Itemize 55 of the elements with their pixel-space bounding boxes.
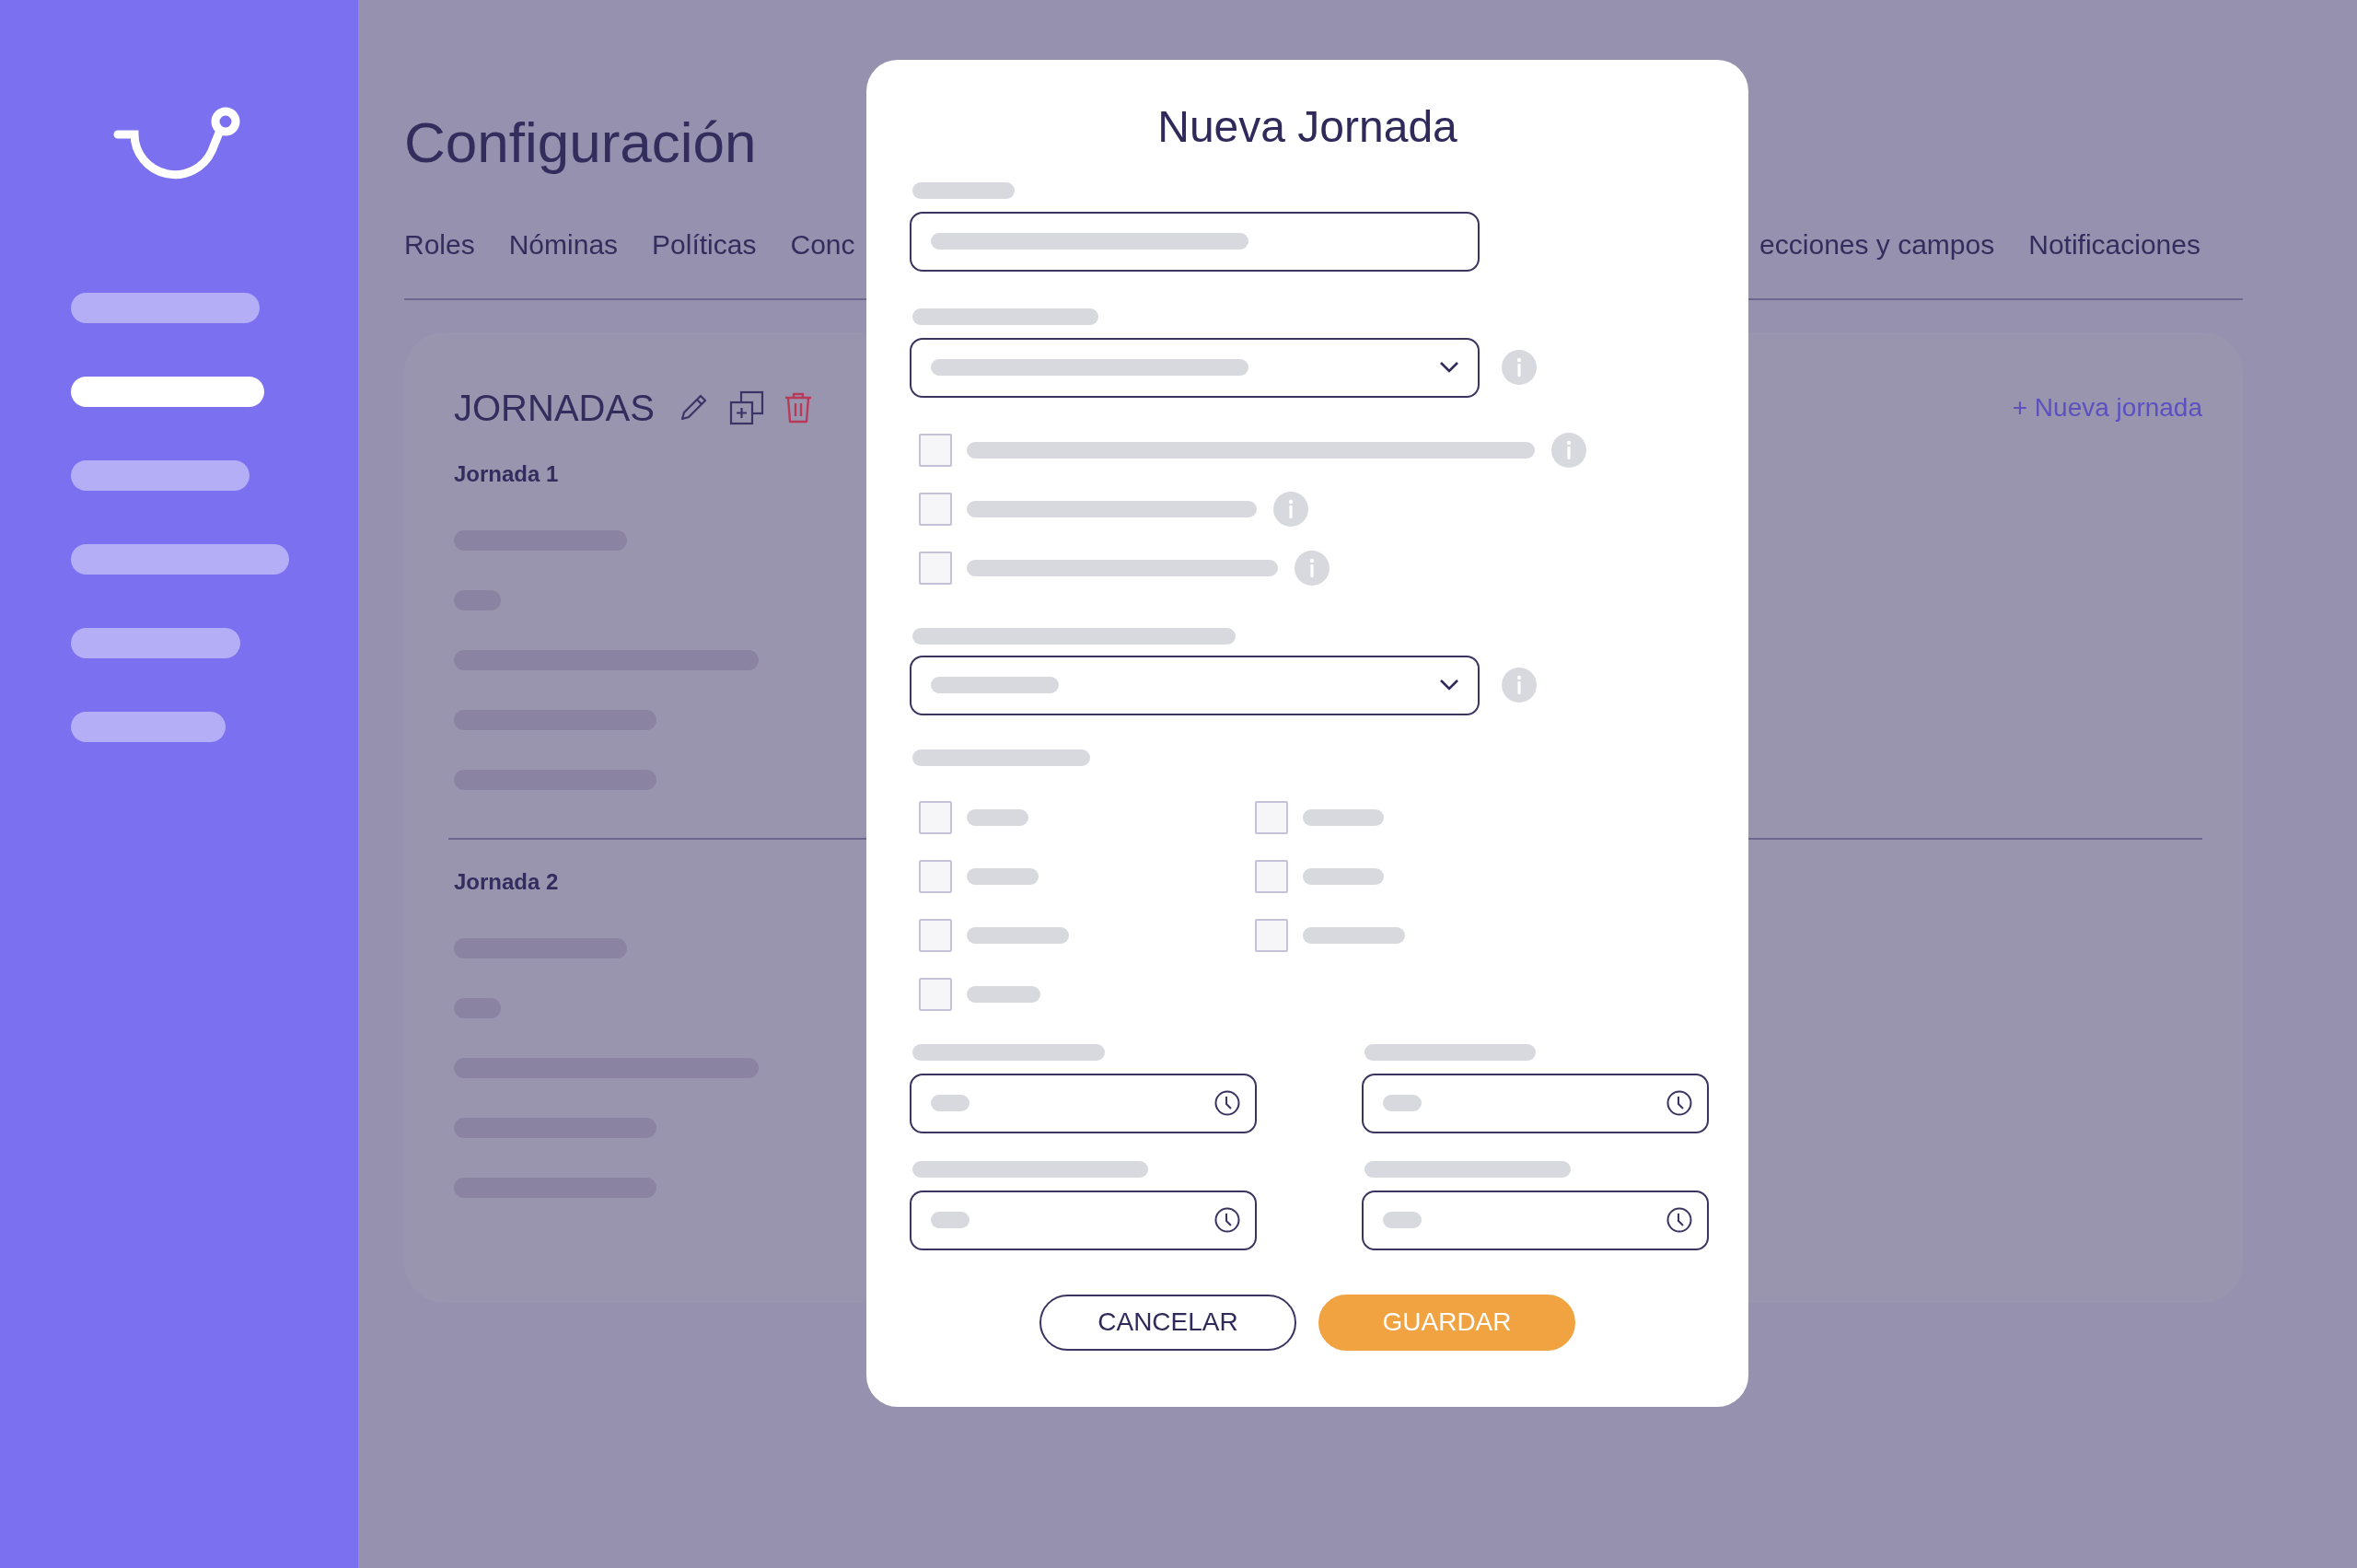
text-placeholder <box>1383 1212 1422 1229</box>
copy-icon[interactable] <box>727 389 765 427</box>
checkbox[interactable] <box>919 551 952 585</box>
checkbox[interactable] <box>1255 800 1288 834</box>
info-icon[interactable] <box>1502 668 1537 703</box>
tab[interactable]: Políticas <box>652 228 757 262</box>
text-placeholder <box>1383 1095 1422 1112</box>
tab[interactable]: Roles <box>404 228 475 262</box>
clock-icon[interactable] <box>1214 1090 1240 1117</box>
dialog-title: Nueva Jornada <box>1157 101 1457 153</box>
sidebar-item[interactable] <box>71 377 264 407</box>
select-field[interactable] <box>910 655 1480 715</box>
clock-icon[interactable] <box>1666 1090 1692 1117</box>
checkbox[interactable] <box>919 977 952 1011</box>
section-heading: Jornada 1 <box>454 460 559 489</box>
time-field[interactable] <box>1362 1190 1709 1250</box>
text-field[interactable] <box>910 211 1480 272</box>
time-field[interactable] <box>910 1190 1257 1250</box>
tab[interactable]: Conc <box>790 228 855 262</box>
sidebar-item[interactable] <box>71 712 226 742</box>
chevron-down-icon <box>1439 361 1459 375</box>
time-field[interactable] <box>1362 1073 1709 1133</box>
info-icon[interactable] <box>1551 432 1586 468</box>
checkbox[interactable] <box>919 800 952 834</box>
sidebar-item[interactable] <box>71 293 260 323</box>
checkbox[interactable] <box>919 492 952 526</box>
select-field[interactable] <box>910 337 1480 398</box>
trash-icon[interactable] <box>783 391 813 425</box>
checkbox[interactable] <box>919 433 952 467</box>
time-field[interactable] <box>910 1073 1257 1133</box>
save-button[interactable]: GUARDAR <box>1318 1294 1575 1351</box>
sidebar-item[interactable] <box>71 460 250 491</box>
checkbox[interactable] <box>919 918 952 952</box>
section-heading: Jornada 2 <box>454 868 559 897</box>
text-placeholder <box>931 1095 970 1112</box>
clock-icon[interactable] <box>1214 1207 1240 1234</box>
page-title: Configuración <box>404 110 757 176</box>
cancel-button[interactable]: CANCELAR <box>1039 1294 1296 1351</box>
chevron-down-icon <box>1439 679 1459 692</box>
text-placeholder <box>967 808 1028 826</box>
tab[interactable]: Nóminas <box>508 228 619 262</box>
clock-icon[interactable] <box>1666 1207 1692 1234</box>
info-icon[interactable] <box>1295 550 1329 586</box>
info-icon[interactable] <box>1502 350 1537 386</box>
tab[interactable]: ecciones y campos <box>1759 228 1995 262</box>
text-placeholder <box>931 1212 970 1229</box>
tab[interactable]: Notificaciones <box>2028 228 2200 262</box>
checkbox[interactable] <box>1255 918 1288 952</box>
sidebar-item[interactable] <box>71 628 240 658</box>
sidebar-item[interactable] <box>71 544 289 575</box>
checkbox[interactable] <box>919 859 952 893</box>
new-item-link[interactable]: + Nueva jornada <box>2012 389 2202 428</box>
section-title: JORNADAS <box>454 387 655 431</box>
info-icon[interactable] <box>1273 491 1308 527</box>
checkbox[interactable] <box>1255 859 1288 893</box>
